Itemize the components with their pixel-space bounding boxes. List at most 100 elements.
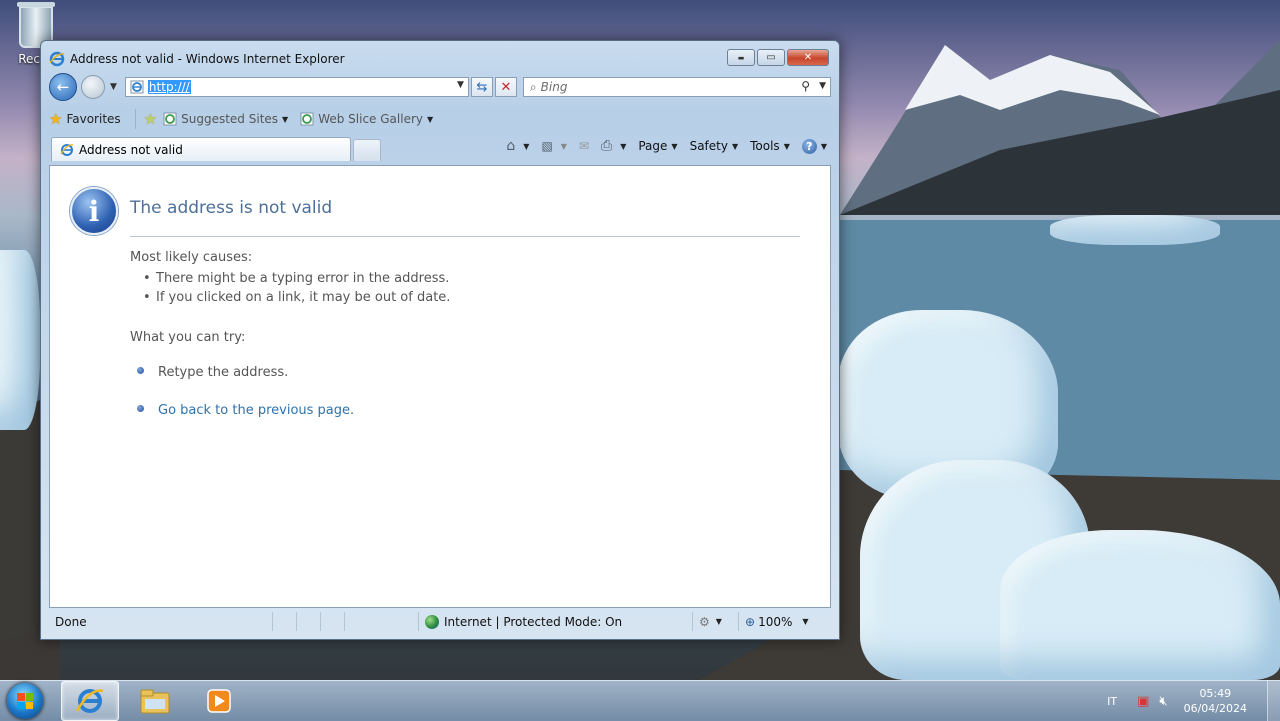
status-cell (345, 612, 419, 631)
tab-row: Address not valid ⌂ ▼ ▧ ▼ ✉ ⎙ ▼ Page ▼ Safet… (49, 135, 831, 161)
ice-block (1000, 530, 1280, 680)
status-text: Done (49, 612, 273, 631)
recent-pages-dropdown[interactable]: ▼ (110, 82, 117, 92)
volume-muted-icon[interactable]: 🔇︎ (1159, 694, 1167, 709)
retype-address-text: Retype the address. (158, 365, 289, 380)
bullet-icon (137, 367, 144, 374)
help-icon: ? (801, 138, 817, 154)
show-desktop-button[interactable] (1267, 681, 1280, 721)
ie-icon (60, 143, 74, 156)
close-icon: ✕ (803, 52, 813, 63)
tools-menu[interactable]: Tools ▼ (750, 139, 790, 153)
chevron-down-icon: ▼ (731, 141, 739, 151)
page-content: i The address is not valid Most likely c… (49, 165, 831, 608)
chevron-down-icon: ▼ (560, 141, 567, 151)
favorites-button[interactable]: ★ Favorites (49, 110, 121, 128)
language-indicator[interactable]: IT (1107, 695, 1117, 708)
cause-item: There might be a typing error in the add… (143, 271, 449, 286)
page-icon (130, 80, 144, 94)
tools-menu-label: Tools (750, 139, 780, 153)
causes-title: Most likely causes: (130, 250, 253, 265)
globe-icon (425, 614, 439, 629)
ice-block (1050, 215, 1220, 245)
tab-label: Address not valid (79, 142, 183, 157)
tab-address-not-valid[interactable]: Address not valid (51, 137, 351, 161)
back-button[interactable]: ← (49, 73, 77, 101)
windows-logo-icon (17, 693, 33, 709)
chevron-down-icon: ▼ (523, 141, 530, 151)
search-input[interactable]: Bing (541, 80, 568, 94)
cause-item: If you clicked on a link, it may be out … (143, 290, 450, 305)
search-options-icon[interactable]: ▼ (819, 81, 826, 91)
system-tray: IT ▣ 🔇︎ 05:49 06/04/2024 (1107, 681, 1280, 721)
read-mail-button[interactable]: ✉ (579, 139, 589, 153)
maximize-icon: ▭ (766, 52, 776, 63)
ice-block (860, 460, 1090, 680)
refresh-button[interactable]: ⇆ (470, 77, 493, 97)
help-menu[interactable]: ? ▼ (801, 138, 827, 154)
mail-icon: ✉ (578, 139, 589, 153)
status-label: Done (55, 614, 87, 629)
taskbar-file-explorer[interactable] (127, 682, 183, 720)
popup-blocker-button[interactable]: ⚙ ▼ (693, 612, 739, 631)
chevron-down-icon: ▼ (783, 141, 790, 151)
add-to-favorites-icon[interactable]: ★ (144, 110, 157, 128)
minimize-icon: ▬ (737, 53, 745, 62)
start-button[interactable] (7, 683, 43, 719)
new-tab-button[interactable] (353, 139, 381, 161)
zoom-button[interactable]: ⊕ 100% ▼ (739, 612, 809, 631)
page-menu[interactable]: Page ▼ (638, 139, 677, 153)
taskbar-internet-explorer[interactable] (61, 681, 119, 721)
search-icon[interactable]: ⚲ (801, 79, 810, 93)
search-provider-icon: ⌕ (529, 79, 537, 94)
chevron-down-icon: ▼ (802, 617, 809, 626)
suggested-sites-link[interactable]: Suggested Sites ▼ (163, 112, 288, 126)
safety-menu[interactable]: Safety ▼ (690, 139, 739, 153)
navigation-bar: ← ▼ http:/// ▼ ⇆ ✕ ⌕ Bing ⚲ ▼ (49, 73, 831, 101)
page-menu-label: Page (638, 139, 668, 153)
status-cell (273, 612, 297, 631)
clock[interactable]: 05:49 06/04/2024 (1184, 686, 1247, 716)
maximize-button[interactable]: ▭ (757, 49, 785, 66)
rss-icon: ▧ (541, 139, 553, 153)
security-zone[interactable]: Internet | Protected Mode: On (419, 612, 693, 631)
home-icon: ⌂ (506, 138, 516, 154)
safety-menu-label: Safety (689, 139, 728, 153)
favorites-bar: ★ Favorites ★ Suggested Sites ▼ Web Slic… (49, 107, 831, 131)
title-bar[interactable]: Address not valid - Windows Internet Exp… (49, 49, 831, 69)
print-button[interactable]: ⎙ ▼ (601, 138, 626, 154)
suggested-sites-label: Suggested Sites (181, 112, 279, 126)
star-icon: ★ (49, 110, 63, 128)
printer-icon: ⎙ (601, 138, 613, 154)
web-slice-gallery-link[interactable]: Web Slice Gallery ▼ (300, 112, 433, 126)
bullet-icon (137, 405, 144, 412)
search-box[interactable]: ⌕ Bing ⚲ ▼ (522, 77, 831, 97)
chevron-down-icon: ▼ (820, 141, 827, 151)
clock-time: 05:49 (1199, 687, 1232, 700)
gear-icon: ⚙ (699, 614, 710, 629)
chevron-down-icon: ▼ (426, 114, 434, 124)
stop-icon: ✕ (500, 79, 512, 95)
ice-block (0, 250, 40, 430)
feeds-button[interactable]: ▧ ▼ (541, 139, 567, 153)
status-cell (321, 612, 345, 631)
page-title: The address is not valid (130, 198, 333, 218)
go-back-link[interactable]: Go back to the previous page. (158, 403, 354, 418)
close-button[interactable]: ✕ (787, 49, 829, 66)
address-input[interactable]: http:/// (147, 80, 191, 94)
stop-button[interactable]: ✕ (494, 77, 517, 97)
network-icon[interactable]: ▣ (1137, 694, 1149, 709)
forward-button[interactable] (81, 75, 105, 99)
address-bar[interactable]: http:/// ▼ (124, 77, 469, 97)
clock-date: 06/04/2024 (1183, 702, 1247, 715)
minimize-button[interactable]: ▬ (727, 49, 755, 66)
favorites-label: Favorites (66, 112, 121, 126)
ie-icon (75, 689, 104, 713)
divider (130, 236, 800, 237)
zone-label: Internet | Protected Mode: On (444, 614, 623, 629)
zoom-level: 100% (758, 614, 793, 629)
taskbar-media-player[interactable] (191, 682, 247, 720)
home-button[interactable]: ⌂ ▼ (506, 138, 529, 154)
address-dropdown-icon[interactable]: ▼ (457, 80, 464, 90)
ie-page-icon (163, 112, 177, 126)
